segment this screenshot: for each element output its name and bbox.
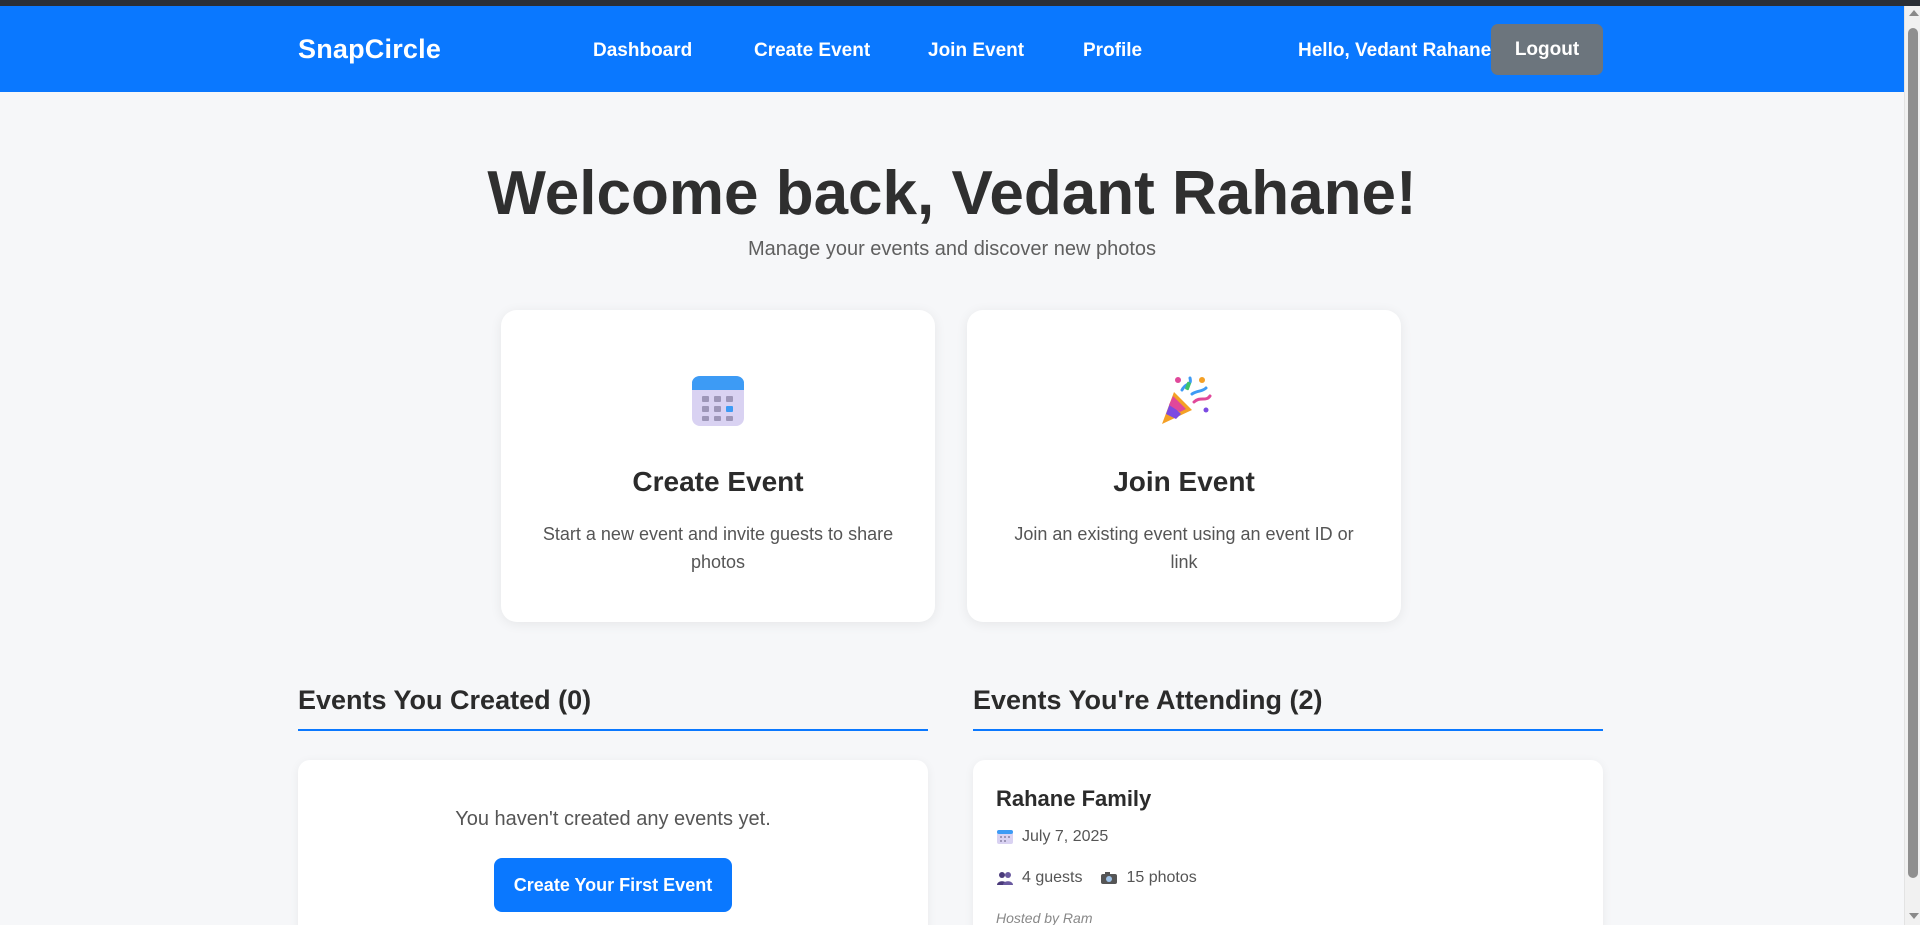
no-events-message: You haven't created any events yet. xyxy=(455,808,771,830)
nav-dashboard[interactable]: Dashboard xyxy=(593,40,692,62)
events-created-panel: You haven't created any events yet. Crea… xyxy=(298,760,928,925)
event-name[interactable]: Rahane Family xyxy=(996,786,1151,812)
create-event-card[interactable]: Create Event Start a new event and invit… xyxy=(501,310,935,622)
event-date-row: July 7, 2025 xyxy=(996,828,1108,846)
user-greeting: Hello, Vedant Rahane xyxy=(1298,40,1492,61)
events-created-divider xyxy=(298,729,928,731)
events-created-heading: Events You Created (0) xyxy=(298,685,592,715)
welcome-subtitle: Manage your events and discover new phot… xyxy=(747,238,1157,260)
create-first-event-button[interactable]: Create Your First Event xyxy=(494,858,732,912)
join-event-card-description: Join an existing event using an event ID… xyxy=(1014,524,1354,572)
event-stats-row: 4 guests 15 photos xyxy=(996,869,1197,887)
event-host: Hosted by Ram xyxy=(996,910,1093,925)
event-photo-count: 15 photos xyxy=(1126,869,1197,886)
calendar-icon xyxy=(997,830,1013,844)
guests-icon xyxy=(997,872,1013,885)
brand-logo[interactable]: SnapCircle xyxy=(298,34,441,65)
calendar-icon xyxy=(692,376,744,426)
events-attending-heading: Events You're Attending (2) xyxy=(973,685,1323,715)
nav-create-event[interactable]: Create Event xyxy=(754,40,870,62)
events-attending-divider xyxy=(973,729,1603,731)
create-event-card-title: Create Event xyxy=(632,466,804,497)
navbar: SnapCircle Dashboard Create Event Join E… xyxy=(0,6,1904,92)
camera-icon xyxy=(1101,872,1118,884)
logout-button[interactable]: Logout xyxy=(1491,24,1603,75)
event-guest-count: 4 guests xyxy=(1022,869,1083,886)
scroll-thumb[interactable] xyxy=(1908,28,1918,878)
nav-profile[interactable]: Profile xyxy=(1083,40,1142,62)
join-event-card-title: Join Event xyxy=(1113,466,1255,497)
scroll-up-arrow-icon[interactable] xyxy=(1909,10,1919,16)
scroll-down-arrow-icon[interactable] xyxy=(1909,913,1919,919)
event-date: July 7, 2025 xyxy=(1022,828,1109,845)
join-event-card[interactable]: Join Event Join an existing event using … xyxy=(967,310,1401,622)
party-popper-icon xyxy=(1162,376,1212,424)
page-scrollbar[interactable] xyxy=(1904,6,1920,925)
nav-join-event[interactable]: Join Event xyxy=(928,40,1024,62)
event-card[interactable]: Rahane Family July 7, 2025 4 guests 15 p… xyxy=(973,760,1603,925)
welcome-heading: Welcome back, Vedant Rahane! xyxy=(487,159,1417,228)
create-event-card-description: Start a new event and invite guests to s… xyxy=(542,524,894,572)
